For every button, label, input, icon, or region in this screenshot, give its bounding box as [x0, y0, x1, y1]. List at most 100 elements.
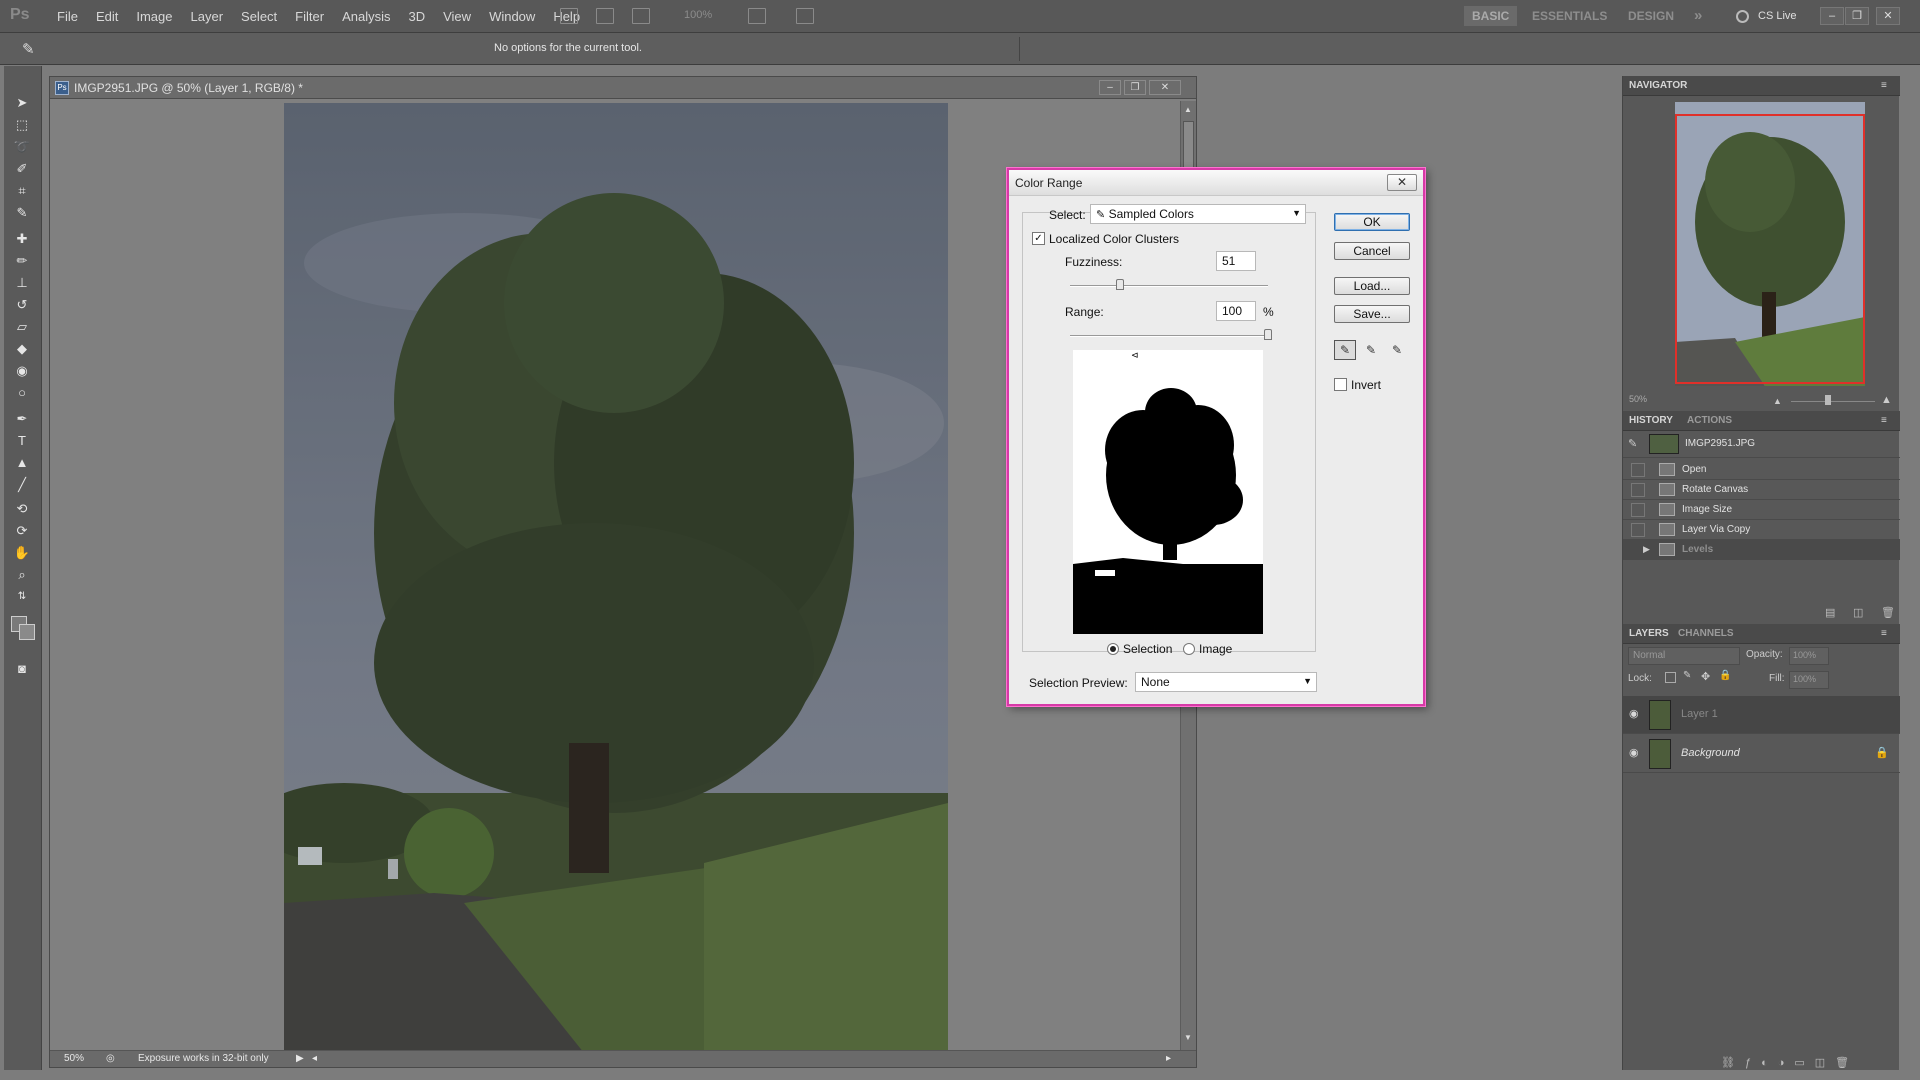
- screen-mode-icon[interactable]: [796, 8, 814, 24]
- layer-row[interactable]: ◉ Background 🔒: [1623, 735, 1900, 773]
- navigator-zoom-in-icon[interactable]: ▲: [1881, 394, 1892, 406]
- fuzziness-slider[interactable]: [1070, 285, 1268, 287]
- eraser-tool-icon[interactable]: ▱: [12, 318, 32, 336]
- menu-edit[interactable]: Edit: [87, 0, 127, 33]
- tab-actions[interactable]: ACTIONS: [1687, 415, 1732, 426]
- blur-tool-icon[interactable]: ◉: [12, 362, 32, 380]
- history-menu-icon[interactable]: ≡: [1881, 415, 1887, 426]
- dialog-close-button[interactable]: ✕: [1387, 174, 1417, 191]
- document-tab[interactable]: Ps IMGP2951.JPG @ 50% (Layer 1, RGB/8) *…: [50, 77, 1196, 99]
- doc-close-button[interactable]: ✕: [1149, 80, 1181, 95]
- invert-checkbox[interactable]: [1334, 378, 1347, 391]
- tab-channels[interactable]: CHANNELS: [1678, 628, 1734, 639]
- navigator-zoom-slider[interactable]: [1791, 401, 1875, 402]
- history-source-checkbox[interactable]: [1631, 463, 1645, 477]
- lock-all-icon[interactable]: 🔒: [1719, 670, 1731, 681]
- navigator-view-box[interactable]: [1675, 114, 1865, 384]
- marquee-tool-icon[interactable]: ⬚: [12, 116, 32, 134]
- hscroll-left-icon[interactable]: ◂: [312, 1053, 317, 1064]
- layer-name[interactable]: Background: [1681, 747, 1740, 759]
- view-extras-icon[interactable]: [632, 8, 650, 24]
- layer-name[interactable]: Layer 1: [1681, 708, 1718, 720]
- navigator-thumbnail[interactable]: [1675, 102, 1865, 386]
- history-source-checkbox[interactable]: [1631, 523, 1645, 537]
- scroll-down-icon[interactable]: ▼: [1184, 1033, 1192, 1042]
- navigator-zoom-value[interactable]: 50%: [1629, 394, 1647, 404]
- arrange-documents-icon[interactable]: [748, 8, 766, 24]
- app-minimize-button[interactable]: –: [1820, 7, 1844, 25]
- history-snapshot[interactable]: ✎ IMGP2951.JPG: [1623, 432, 1900, 458]
- ok-button[interactable]: OK: [1334, 213, 1410, 231]
- workspace-more-icon[interactable]: »: [1686, 6, 1710, 26]
- mini-bridge-icon[interactable]: [596, 8, 614, 24]
- type-tool-icon[interactable]: T: [12, 432, 32, 450]
- zoom-level-select[interactable]: 100%: [684, 9, 712, 21]
- localized-color-clusters-checkbox[interactable]: ✓: [1032, 232, 1045, 245]
- navigator-menu-icon[interactable]: ≡: [1881, 80, 1887, 91]
- dialog-titlebar[interactable]: Color Range ✕: [1009, 170, 1423, 196]
- workspace-design[interactable]: DESIGN: [1620, 6, 1682, 26]
- quick-selection-tool-icon[interactable]: ✐: [12, 160, 32, 178]
- range-slider[interactable]: [1070, 335, 1268, 337]
- eyedropper-icon[interactable]: ✎: [1334, 340, 1356, 360]
- tab-navigator[interactable]: NAVIGATOR: [1629, 80, 1687, 91]
- fuzziness-slider-thumb[interactable]: [1115, 279, 1124, 290]
- history-brush-tool-icon[interactable]: ↺: [12, 296, 32, 314]
- eyedropper-tool-icon[interactable]: ✎: [12, 204, 32, 222]
- menu-layer[interactable]: Layer: [182, 0, 233, 33]
- bridge-icon[interactable]: [560, 8, 578, 24]
- new-document-from-state-icon[interactable]: ▤: [1825, 606, 1835, 619]
- canvas-image[interactable]: [284, 103, 948, 1053]
- brush-tool-icon[interactable]: ✏: [12, 252, 32, 270]
- cancel-button[interactable]: Cancel: [1334, 242, 1410, 260]
- zoom-tool-icon[interactable]: ⌕: [12, 566, 32, 584]
- swap-colors-icon[interactable]: ⇅: [12, 588, 32, 606]
- move-tool-icon[interactable]: ➤: [12, 94, 32, 112]
- load-button[interactable]: Load...: [1334, 277, 1410, 295]
- navigator-zoom-thumb[interactable]: [1825, 395, 1831, 405]
- 3d-orbit-tool-icon[interactable]: ⟳: [12, 522, 32, 540]
- blend-mode-select[interactable]: Normal: [1628, 647, 1740, 665]
- layers-footer-icons[interactable]: ⛓ƒ◐◑▭◫🗑: [1721, 1056, 1859, 1069]
- menu-view[interactable]: View: [434, 0, 480, 33]
- history-brush-source-icon[interactable]: ✎: [1628, 437, 1637, 450]
- background-color-swatch[interactable]: [19, 624, 35, 640]
- menu-filter[interactable]: Filter: [286, 0, 333, 33]
- doc-restore-button[interactable]: ❐: [1124, 80, 1146, 95]
- tab-layers[interactable]: LAYERS: [1629, 628, 1669, 639]
- healing-brush-tool-icon[interactable]: ✚: [12, 230, 32, 248]
- new-snapshot-icon[interactable]: ◫: [1853, 606, 1863, 619]
- menu-3d[interactable]: 3D: [399, 0, 434, 33]
- line-tool-icon[interactable]: ╱: [12, 476, 32, 494]
- dodge-tool-icon[interactable]: ○: [12, 384, 32, 402]
- workspace-essentials[interactable]: ESSENTIALS: [1524, 6, 1615, 26]
- workspace-basic[interactable]: BASIC: [1464, 6, 1518, 26]
- select-dropdown[interactable]: ✎ Sampled Colors ▼: [1090, 204, 1306, 224]
- menu-select[interactable]: Select: [232, 0, 286, 33]
- status-menu-arrow-icon[interactable]: ▶: [296, 1053, 304, 1064]
- selection-preview-dropdown[interactable]: None ▼: [1135, 672, 1317, 692]
- history-item[interactable]: Layer Via Copy: [1623, 520, 1900, 540]
- image-radio[interactable]: [1183, 643, 1195, 655]
- scroll-thumb[interactable]: [1183, 121, 1194, 171]
- cs-live-menu[interactable]: CS Live: [1758, 10, 1797, 22]
- lock-pixels-icon[interactable]: ✎: [1683, 670, 1691, 681]
- layer-visibility-eye-icon[interactable]: ◉: [1629, 707, 1639, 720]
- fill-input[interactable]: 100%: [1789, 671, 1829, 689]
- fuzziness-input[interactable]: 51: [1216, 251, 1256, 271]
- app-close-button[interactable]: ✕: [1876, 7, 1900, 25]
- history-source-checkbox[interactable]: [1631, 483, 1645, 497]
- history-item[interactable]: Open: [1623, 460, 1900, 480]
- quick-mask-icon[interactable]: ◙: [12, 660, 32, 678]
- history-source-checkbox[interactable]: [1631, 503, 1645, 517]
- app-restore-button[interactable]: ❐: [1845, 7, 1869, 25]
- lock-position-icon[interactable]: ✥: [1701, 670, 1710, 683]
- range-slider-thumb[interactable]: [1264, 329, 1272, 340]
- add-to-sample-eyedropper-icon[interactable]: ✎: [1360, 340, 1382, 360]
- history-item[interactable]: Rotate Canvas: [1623, 480, 1900, 500]
- lasso-tool-icon[interactable]: ➰: [12, 138, 32, 156]
- tab-history[interactable]: HISTORY: [1629, 415, 1673, 426]
- zoom-percentage[interactable]: 50%: [64, 1053, 84, 1064]
- layer-visibility-eye-icon[interactable]: ◉: [1629, 746, 1639, 759]
- status-info-icon[interactable]: ◎: [106, 1053, 115, 1064]
